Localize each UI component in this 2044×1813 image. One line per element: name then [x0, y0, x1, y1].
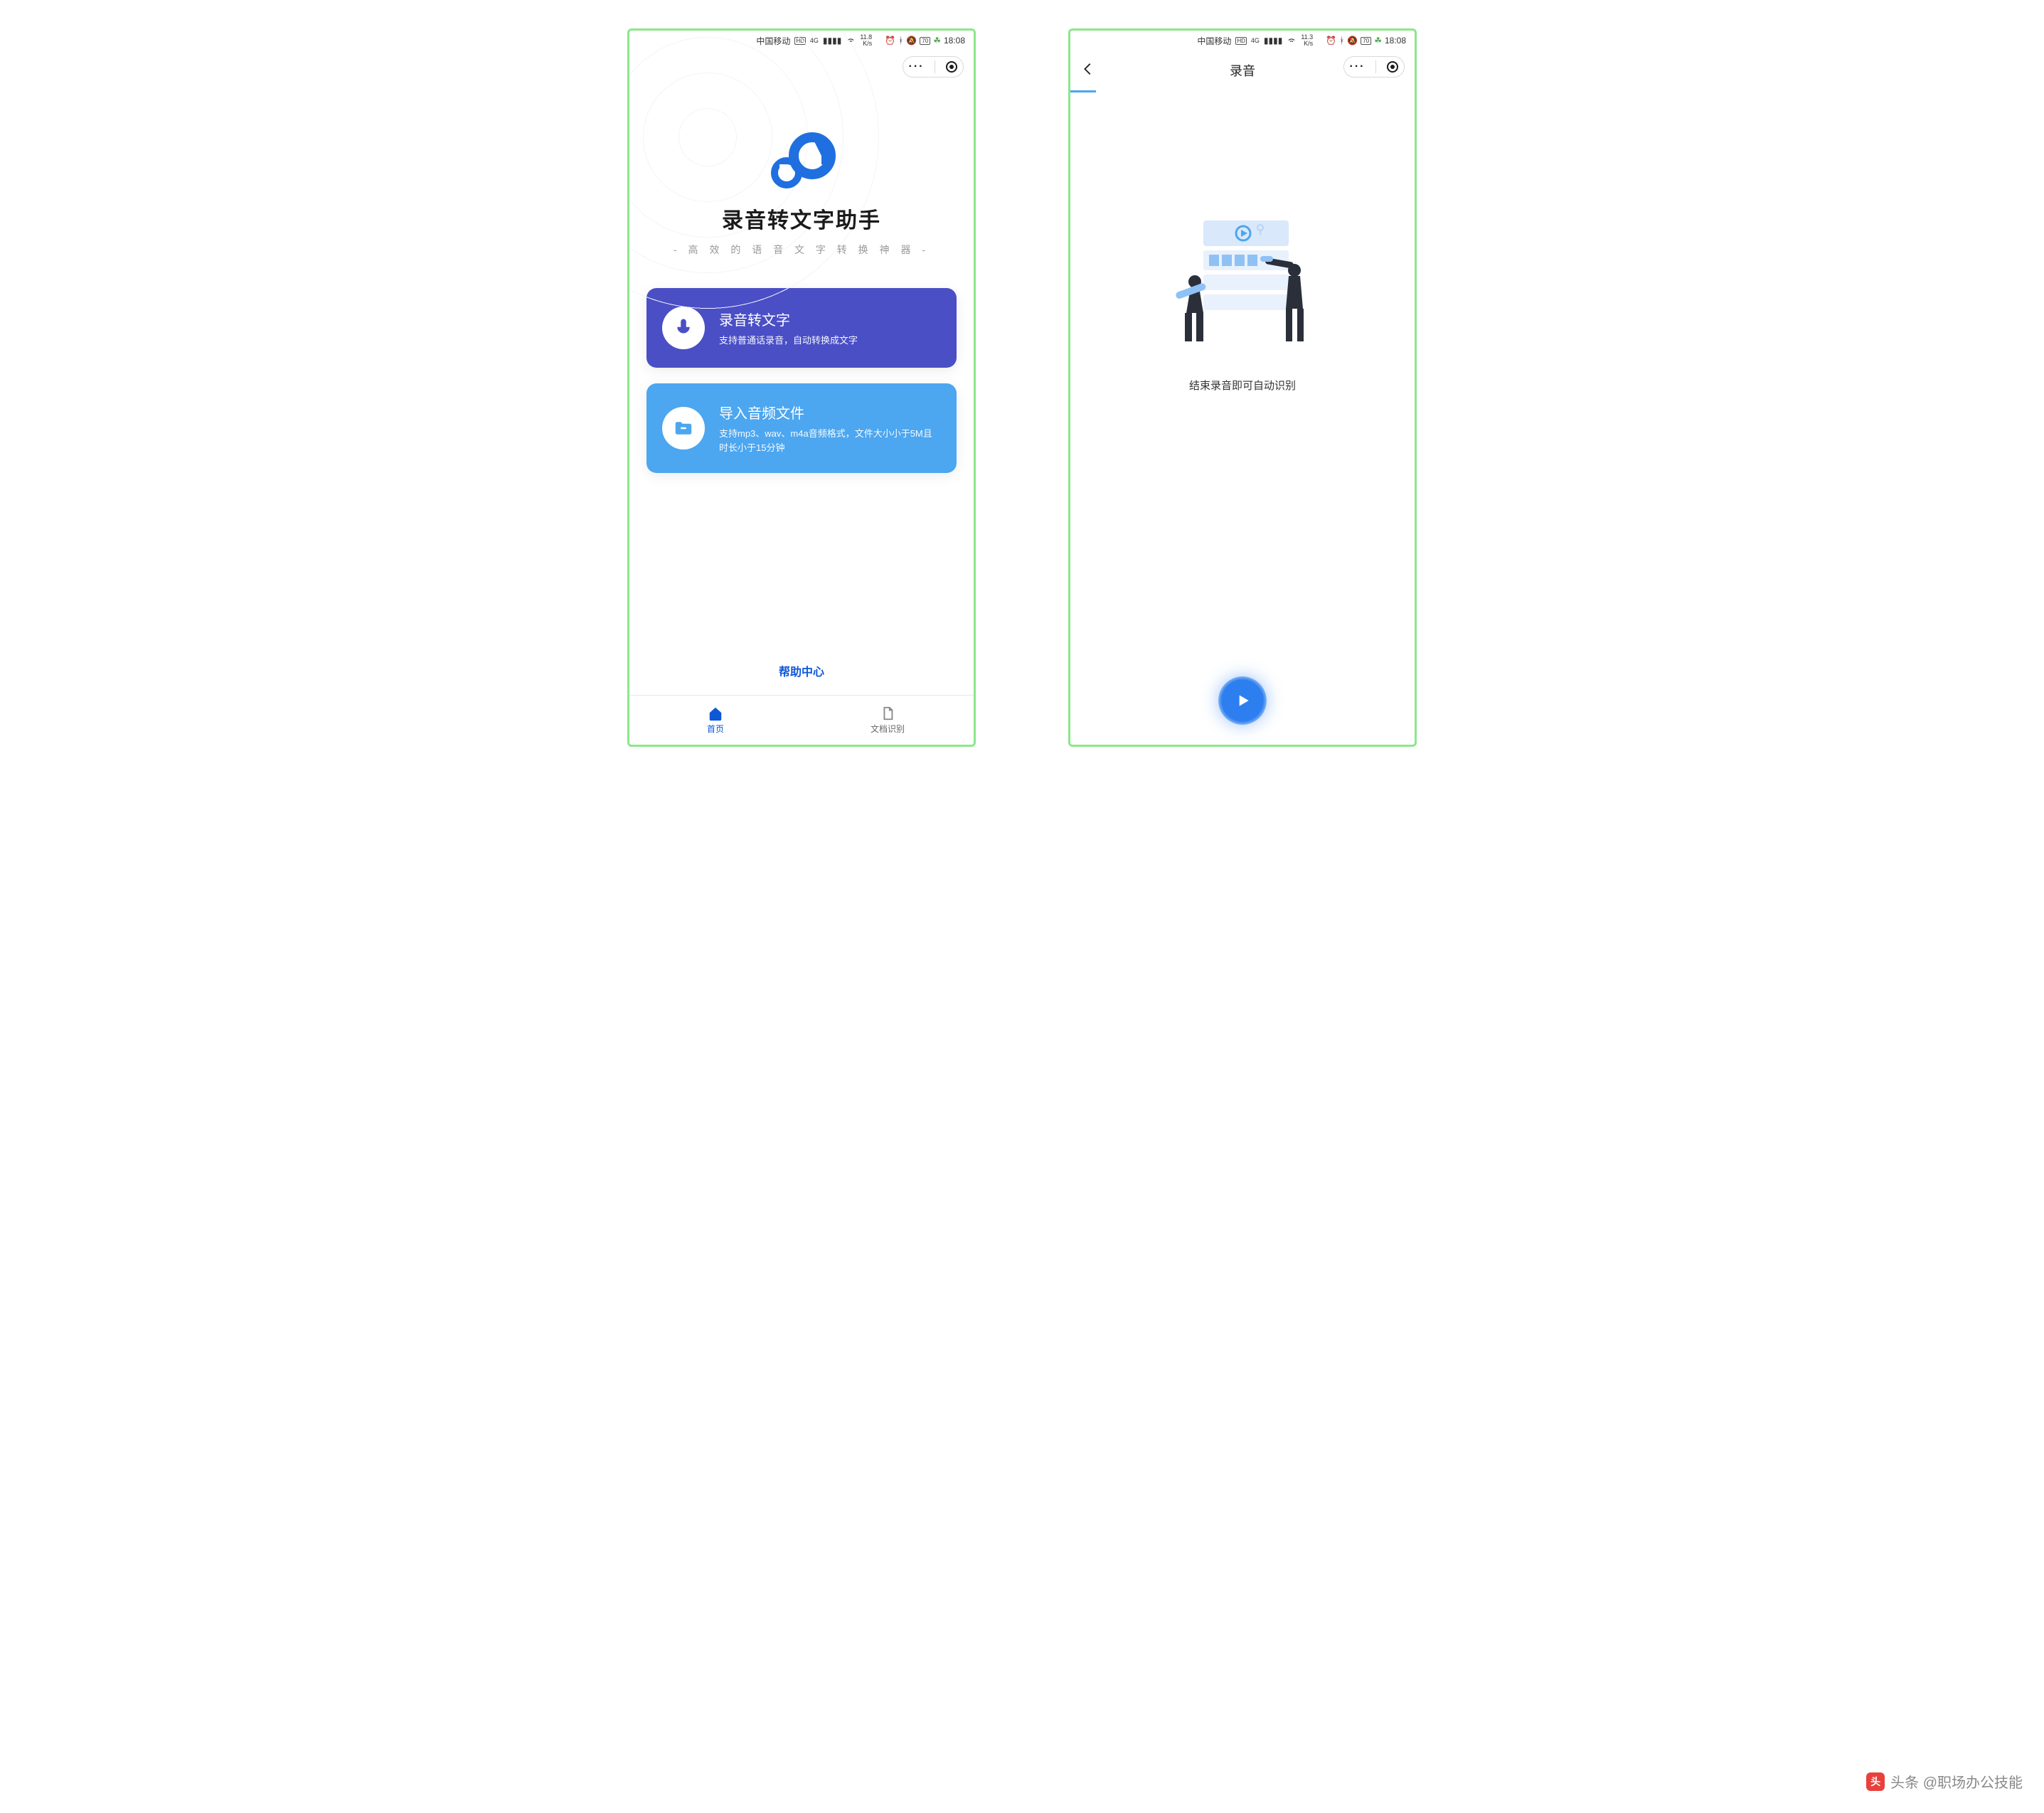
- nav-doc-recognition[interactable]: 文档识别: [802, 696, 974, 745]
- bluetooth-icon: ᚼ: [1339, 36, 1344, 46]
- leaf-icon: ☘: [1374, 36, 1382, 46]
- hero-section: 录音转文字助手 - 高 效 的 语 音 文 字 转 换 神 器 -: [629, 50, 974, 257]
- alarm-icon: ⏰: [1326, 36, 1336, 46]
- app-title: 录音转文字助手: [722, 203, 881, 234]
- more-icon[interactable]: ···: [909, 60, 925, 73]
- miniprogram-capsule[interactable]: ···: [903, 56, 964, 78]
- empty-state-illustration: [1161, 213, 1324, 359]
- app-subtitle: - 高 效 的 语 音 文 字 转 换 神 器 -: [674, 243, 930, 257]
- battery-icon: 70: [920, 37, 930, 45]
- bluetooth-icon: ᚼ: [898, 36, 903, 46]
- app-logo-icon: [762, 129, 841, 193]
- document-icon: [880, 706, 895, 721]
- phone-screen-home: 中国移动 HD 4G ▮▮▮▮ 11.8K/s ⏰ ᚼ 🔕 70 ☘ 18:08…: [627, 28, 976, 747]
- folder-icon: [662, 407, 705, 450]
- toutiao-icon: 头: [1866, 1772, 1885, 1791]
- alarm-icon: ⏰: [885, 36, 895, 46]
- watermark-text: 头条 @职场办公技能: [1890, 1771, 2023, 1792]
- network-icon: 4G: [1251, 37, 1260, 44]
- miniprogram-capsule[interactable]: ···: [1343, 56, 1405, 78]
- phone-screen-recorder: 中国移动 HD 4G ▮▮▮▮ 11.3K/s ⏰ ᚼ 🔕 70 ☘ 18:08…: [1068, 28, 1417, 747]
- wifi-icon: [1287, 35, 1297, 47]
- capsule-divider: [1375, 60, 1376, 73]
- more-icon[interactable]: ···: [1350, 60, 1366, 73]
- carrier-label: 中国移动: [1197, 35, 1231, 47]
- mute-icon: 🔕: [906, 36, 917, 46]
- recorder-body: 结束录音即可自动识别: [1070, 92, 1415, 676]
- record-button[interactable]: [1218, 676, 1267, 725]
- import-audio-card[interactable]: 导入音频文件 支持mp3、wav、m4a音频格式，文件大小小于5M且时长小于15…: [646, 383, 957, 473]
- card-desc: 支持普通话录音，自动转换成文字: [719, 334, 858, 348]
- watermark: 头 头条 @职场办公技能: [1866, 1771, 2023, 1792]
- nav-label: 首页: [707, 723, 724, 735]
- bottom-nav: 首页 文档识别: [629, 695, 974, 745]
- clock-label: 18:08: [944, 36, 965, 46]
- close-miniprogram-icon[interactable]: [946, 61, 957, 73]
- battery-icon: 70: [1361, 37, 1371, 45]
- nav-label: 文档识别: [871, 723, 905, 735]
- mute-icon: 🔕: [1347, 36, 1358, 46]
- back-button[interactable]: [1080, 61, 1097, 80]
- card-desc: 支持mp3、wav、m4a音频格式，文件大小小于5M且时长小于15分钟: [719, 427, 941, 454]
- close-miniprogram-icon[interactable]: [1387, 61, 1398, 73]
- home-icon: [708, 706, 723, 721]
- hd-icon: HD: [1235, 37, 1247, 45]
- status-bar: 中国移动 HD 4G ▮▮▮▮ 11.3K/s ⏰ ᚼ 🔕 70 ☘ 18:08: [1070, 31, 1415, 50]
- record-button-area: [1070, 676, 1415, 745]
- play-icon: [1233, 691, 1252, 710]
- network-speed: 11.3K/s: [1301, 34, 1313, 47]
- signal-icon: ▮▮▮▮: [1264, 36, 1282, 46]
- card-title: 导入音频文件: [719, 402, 941, 422]
- clock-label: 18:08: [1385, 36, 1406, 46]
- help-center-link[interactable]: 帮助中心: [629, 662, 974, 695]
- leaf-icon: ☘: [933, 36, 941, 46]
- nav-home[interactable]: 首页: [629, 696, 802, 745]
- page-title: 录音: [1230, 61, 1255, 80]
- empty-state-text: 结束录音即可自动识别: [1189, 378, 1296, 393]
